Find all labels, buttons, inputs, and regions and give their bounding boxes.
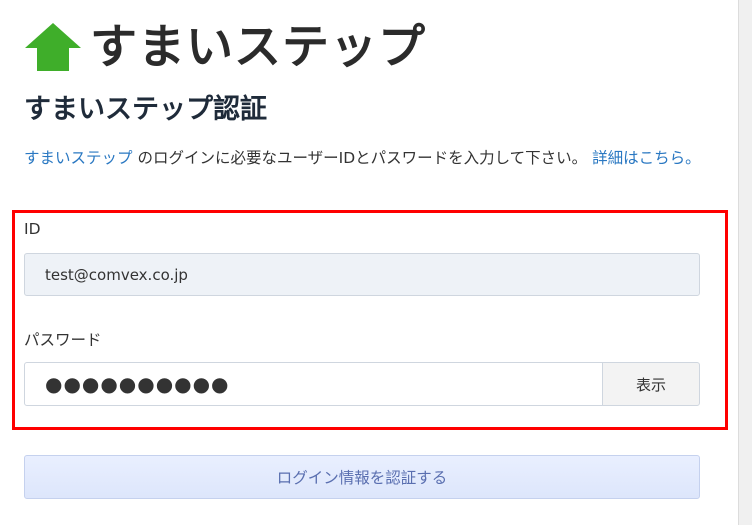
show-password-button[interactable]: 表示 xyxy=(602,362,700,406)
password-label: パスワード xyxy=(24,331,102,349)
id-input[interactable]: test@comvex.co.jp xyxy=(24,253,700,296)
brand-logo: すまいステップ xyxy=(24,18,426,76)
description: すまいステップ のログインに必要なユーザーIDとパスワードを入力して下さい。 詳… xyxy=(24,145,704,172)
login-button[interactable]: ログイン情報を認証する xyxy=(24,455,700,499)
description-text: のログインに必要なユーザーIDとパスワードを入力して下さい。 xyxy=(132,149,593,167)
page-title: すまいステップ認証 xyxy=(24,94,267,125)
details-link[interactable]: 詳細はこちら。 xyxy=(592,149,701,167)
password-input[interactable]: ●●●●●●●●●● xyxy=(24,362,603,406)
brand-name: すまいステップ xyxy=(90,19,426,75)
house-icon xyxy=(25,23,81,71)
login-panel: すまいステップ すまいステップ認証 すまいステップ のログインに必要なユーザーI… xyxy=(0,0,739,525)
brand-link[interactable]: すまいステップ xyxy=(24,149,133,167)
id-label: ID xyxy=(24,220,41,238)
